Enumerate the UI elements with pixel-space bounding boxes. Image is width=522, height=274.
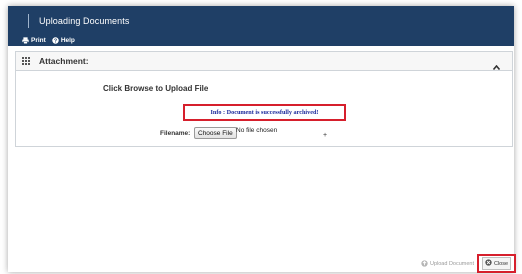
filename-label: Filename: [160,130,191,137]
attachment-panel-title: Attachment: [39,56,89,66]
upload-heading: Click Browse to Upload File [103,84,209,93]
collapse-caret-icon[interactable] [492,57,501,75]
upload-icon [421,259,428,269]
upload-document-label: Upload Document [430,261,475,267]
close-label: Close [493,260,509,267]
no-file-chosen-text: No file chosen [236,127,278,134]
toolbar: Print ? Help [8,35,514,46]
print-label: Print [31,37,46,44]
choose-file-button[interactable]: Choose File [194,127,237,139]
close-icon [485,259,492,268]
upload-document-button[interactable]: Upload Document [421,258,474,270]
mouse-cursor-icon: + [323,132,328,139]
print-button[interactable]: Print [22,37,46,44]
attachment-panel-header: Attachment: [16,52,512,71]
title-bar: Uploading Documents [8,6,514,35]
close-highlight: Close [477,254,516,273]
help-button[interactable]: ? Help [52,37,75,44]
attachment-panel: Attachment: Click Browse to Upload File … [15,51,513,147]
window-title: Uploading Documents [39,15,130,26]
svg-text:?: ? [54,38,57,44]
title-separator [28,13,29,28]
help-icon: ? [52,37,59,44]
print-icon [22,37,29,44]
grid-icon [22,57,30,65]
info-message: Info : Document is successfully archived… [183,104,346,121]
help-label: Help [60,37,75,44]
close-button[interactable]: Close [481,257,512,270]
